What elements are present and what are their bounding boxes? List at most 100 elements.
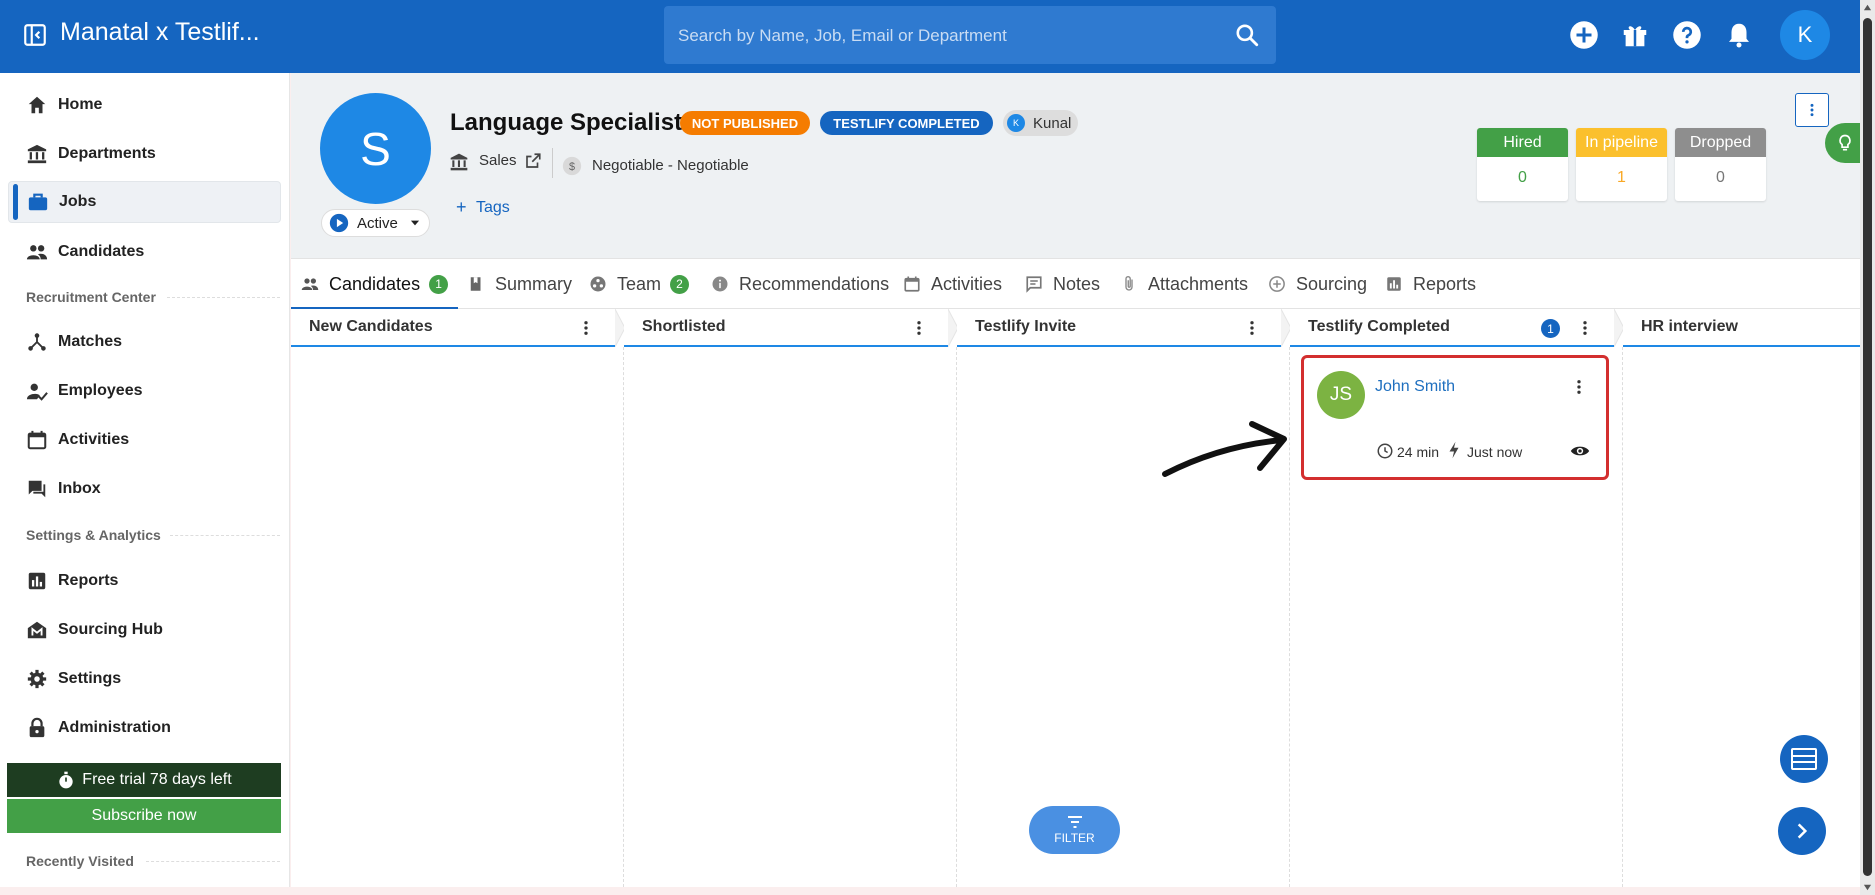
column-name: HR interview [1641,318,1738,335]
sidebar-item-administration[interactable]: Administration [8,707,281,749]
sidebar-item-label: Inbox [58,480,101,497]
user-avatar[interactable]: K [1780,10,1830,60]
sidebar-item-employees[interactable]: Employees [8,370,281,412]
sidebar-item-matches[interactable]: Matches [8,321,281,363]
sidebar-item-jobs[interactable]: Jobs [8,181,281,223]
pipeline-column-header[interactable]: New Candidates [291,309,615,347]
scroll-up-icon[interactable] [1863,3,1872,12]
play-circle-icon [329,213,349,233]
sidebar-item-sourcing-hub[interactable]: Sourcing Hub [8,609,281,651]
more-vertical-icon[interactable] [1576,319,1594,337]
clock-icon [1377,443,1393,459]
top-bar: Manatal x Testlif... Search by Name, Job… [0,0,1860,73]
tab-team[interactable]: Team 2 [589,259,690,309]
view-list-icon [1791,748,1817,770]
sidebar-item-label: Settings [58,670,122,687]
tab-activities[interactable]: Activities [903,259,1002,309]
plus-icon: + [456,197,467,217]
people-icon [26,245,48,260]
add-circle-icon [1269,276,1285,292]
tab-summary[interactable]: Summary [467,259,572,309]
bar-chart-icon [1387,277,1401,291]
pipeline-column-header[interactable]: Shortlisted [624,309,948,347]
more-vertical-icon [1810,103,1814,117]
tags-link[interactable]: Tags [476,199,510,217]
calendar-icon [27,430,47,450]
pipeline-column-header[interactable]: Testlify Completed 1 [1290,309,1614,347]
pipeline-column-header[interactable]: Testlify Invite [957,309,1281,347]
search-input[interactable]: Search by Name, Job, Email or Department [664,6,1276,64]
candidate-card[interactable]: JS John Smith 24 min Just now [1301,355,1609,480]
svg-text:$: $ [569,161,575,173]
sidebar-item-activities[interactable]: Activities [8,419,281,461]
column-divider [1622,347,1623,887]
tab-notes[interactable]: Notes [1025,259,1100,309]
tab-count-badge: 1 [429,274,449,294]
subscribe-button[interactable]: Subscribe now [7,799,281,833]
next-button[interactable] [1778,807,1826,855]
sidebar-item-label: Administration [58,719,171,736]
sidebar-item-home[interactable]: Home [8,84,281,126]
scrollbar-thumb[interactable] [1863,18,1872,876]
tab-sourcing[interactable]: Sourcing [1268,259,1367,309]
more-vertical-icon[interactable] [910,319,928,337]
pipeline-column-header[interactable]: HR interview [1623,309,1860,347]
job-department[interactable]: Sales [479,152,517,169]
column-name: Testlify Invite [975,318,1077,335]
help-icon[interactable] [1672,20,1702,50]
column-divider [623,347,624,887]
stat-dropped: Dropped 0 [1675,128,1766,201]
sidebar-item-reports[interactable]: Reports [8,560,281,602]
more-vertical-icon[interactable] [577,319,595,337]
candidate-name-link[interactable]: John Smith [1375,378,1455,396]
bar-chart-icon [28,572,46,590]
people-icon [301,278,319,290]
owner-chip[interactable]: K Kunal [1003,110,1078,136]
search-icon[interactable] [1234,22,1260,48]
lightbulb-icon [1839,134,1851,151]
more-vertical-icon[interactable] [1570,378,1588,396]
section-title-settings: Settings & Analytics [26,527,161,543]
tab-label: Notes [1053,273,1101,294]
scroll-down-icon[interactable] [1863,883,1872,892]
sidebar-item-inbox[interactable]: Inbox [8,468,281,510]
bell-icon[interactable] [1724,20,1754,50]
stat-value: 0 [1518,169,1527,186]
job-status-label: Active [357,214,398,232]
gift-icon[interactable] [1620,20,1650,50]
caret-down-icon [410,220,419,226]
chat-icon [28,480,46,498]
filter-button[interactable]: FILTER [1029,806,1120,854]
open-external-icon[interactable] [524,152,542,170]
tab-label: Activities [931,273,1003,294]
sourcing-hub-icon [27,621,47,639]
job-more-button[interactable] [1795,93,1829,127]
sidebar-item-label: Matches [58,333,123,350]
candidate-time: Just now [1467,444,1523,460]
job-status-select[interactable]: Active [321,209,430,237]
column-name: Shortlisted [642,318,726,335]
more-vertical-icon[interactable] [1243,319,1261,337]
sidebar-toggle-icon[interactable] [22,22,48,48]
tab-label: Reports [1413,273,1477,294]
sidebar-item-candidates[interactable]: Candidates [8,231,281,273]
filter-label: FILTER [1054,831,1095,845]
stat-hired: Hired 0 [1477,128,1568,201]
meta-divider [552,148,553,178]
sidebar-item-departments[interactable]: Departments [8,133,281,175]
sidebar-item-label: Activities [58,431,130,448]
page-scrollbar[interactable] [1860,0,1875,895]
layout-toggle-button[interactable] [1780,735,1828,783]
tips-button[interactable] [1825,123,1865,163]
tab-candidates[interactable]: Candidates 1 [290,259,459,310]
eye-icon[interactable] [1570,442,1590,460]
tab-attachments[interactable]: Attachments [1120,259,1248,309]
tab-recommendations[interactable]: Recommendations [711,259,889,309]
filter-icon [1067,816,1082,828]
sidebar-item-label: Reports [58,572,119,589]
add-circle-icon[interactable] [1569,20,1599,50]
sidebar-item-settings[interactable]: Settings [8,658,281,700]
paperclip-icon [1125,275,1133,291]
tab-reports[interactable]: Reports [1385,259,1476,309]
job-tabs: Candidates 1 Summary Team 2 Recommendati… [290,258,1860,310]
